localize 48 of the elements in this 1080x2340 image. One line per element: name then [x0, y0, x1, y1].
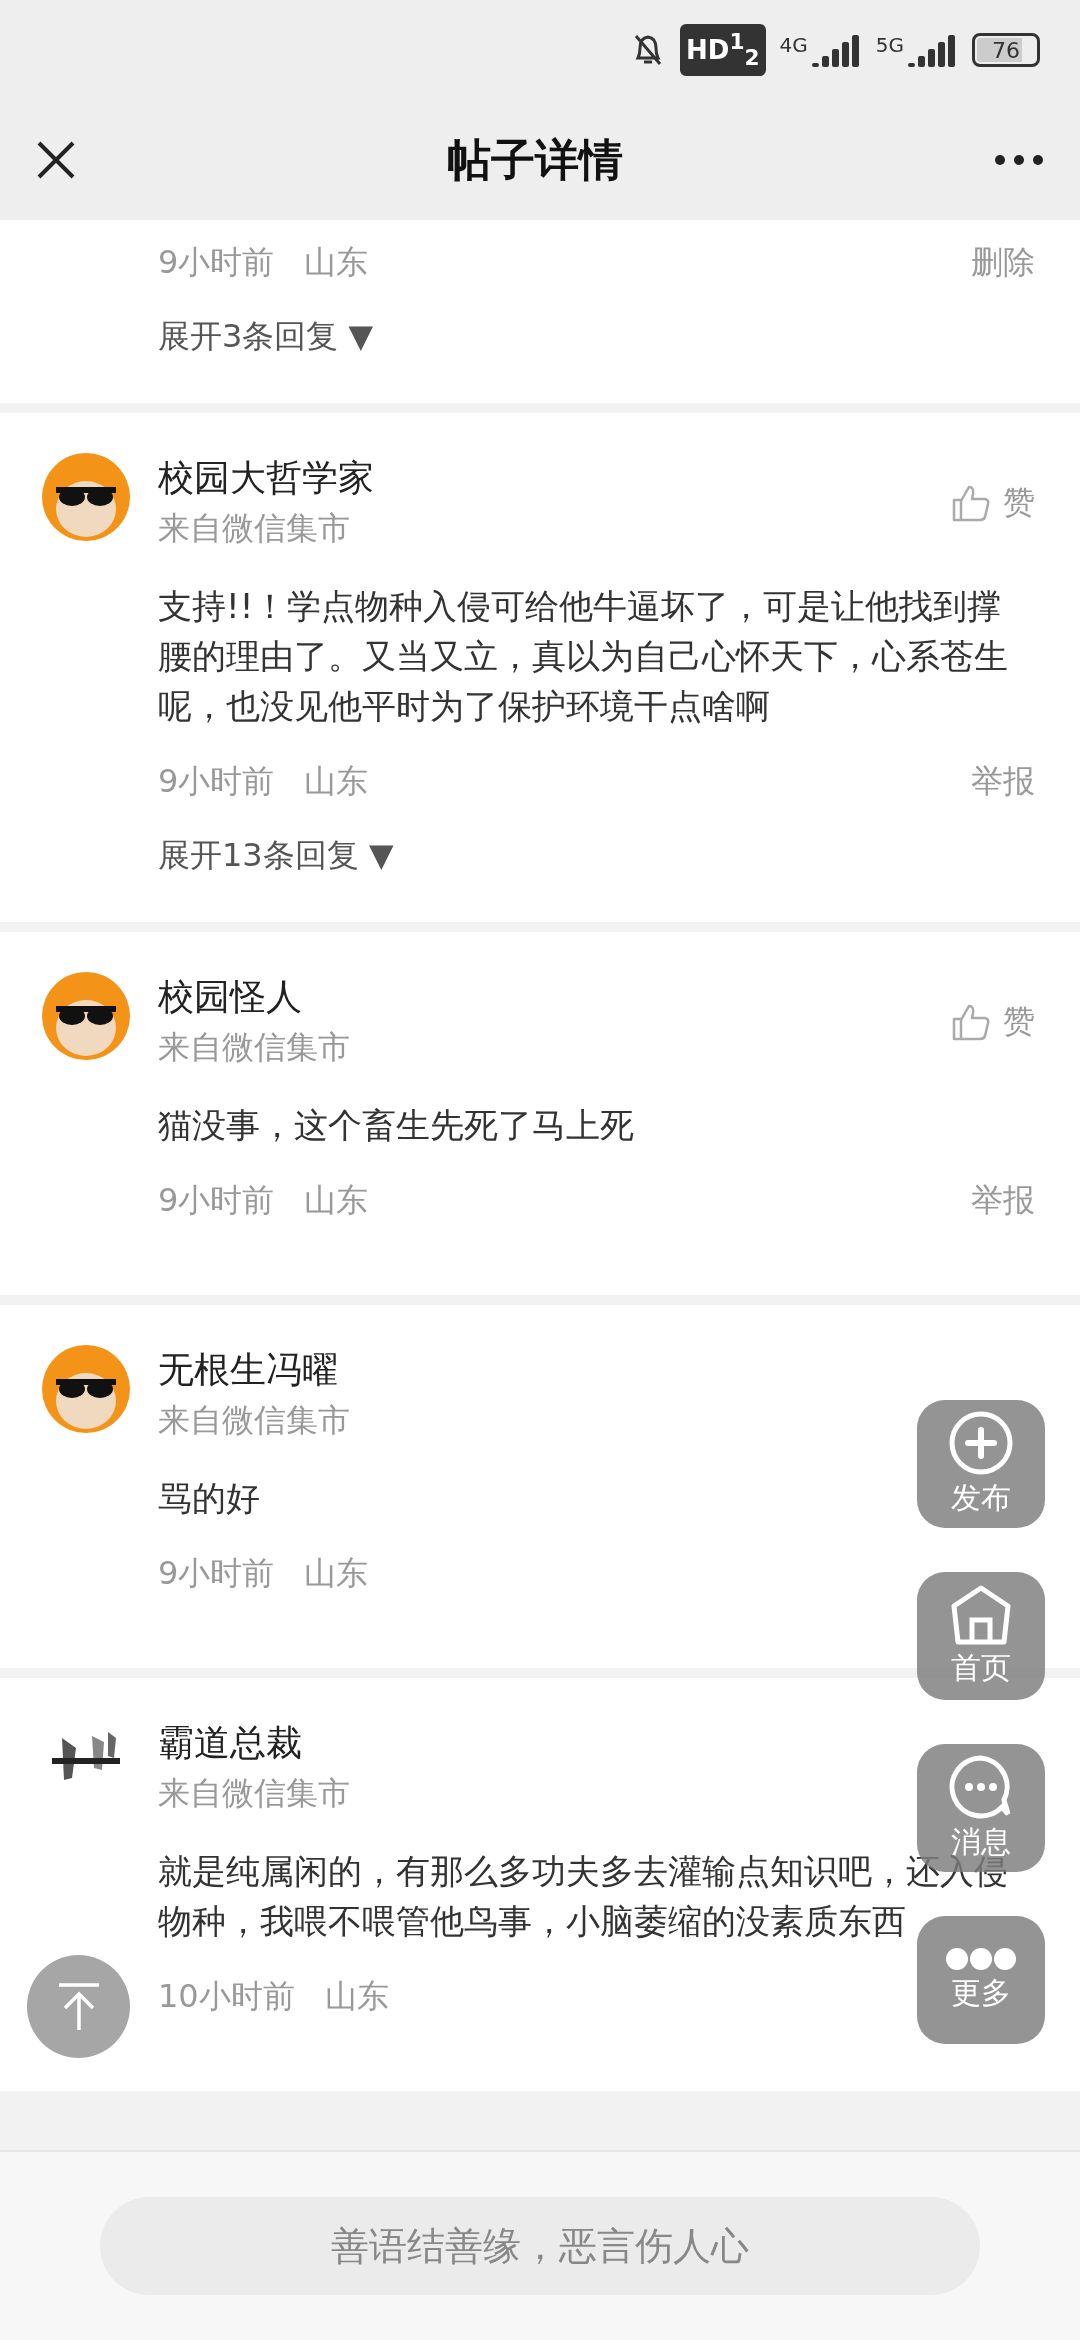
floating-button[interactable]: 更多 — [917, 1916, 1045, 2044]
comment-time: 10小时前 — [158, 1976, 295, 2017]
network-label: 4G — [779, 33, 808, 57]
page-title: 帖子详情 — [447, 132, 623, 187]
like-button[interactable]: 赞 — [951, 1000, 1035, 1044]
battery-indicator: 76 — [972, 33, 1040, 67]
location-label: 山东 — [304, 1180, 369, 1221]
comment-time: 9小时前 — [158, 1553, 275, 1594]
user-name: 校园大哲学家 — [158, 456, 374, 500]
floating-button[interactable]: 首页 — [917, 1572, 1045, 1700]
like-button[interactable]: 赞 — [951, 481, 1035, 525]
comment-time: 9小时前 — [158, 761, 275, 802]
comment-text: 猫没事，这个畜生先死了马上死 — [158, 1104, 634, 1147]
avatar-icon — [42, 453, 130, 541]
source-label: 来自微信集市 — [158, 1027, 350, 1068]
location-label: 山东 — [304, 1553, 369, 1594]
expand-replies-link[interactable]: 展开3条回复 ▼ — [158, 311, 374, 361]
comment-text: 支持!!！学点物种入侵可给他牛逼坏了，可是让他找到撑腰的理由了。又当又立，真以为自己心怀天下，心系苍生呢，也没见他平时为了保护环境干点啥啊 — [158, 585, 1009, 728]
comment-text: 骂的好 — [158, 1477, 260, 1520]
user-name: 校园怪人 — [158, 975, 303, 1019]
expand-replies-link[interactable]: 展开13条回复 ▼ — [158, 830, 394, 880]
comment-input[interactable]: 善语结善缘，恶言伤人心 — [100, 2197, 980, 2295]
source-label: 来自微信集市 — [158, 508, 351, 549]
user-name: 无根生冯曜 — [158, 1348, 339, 1392]
signal-icon — [908, 33, 958, 67]
close-icon[interactable] — [36, 140, 76, 180]
thumbs-up-icon — [951, 1002, 991, 1042]
comment-action[interactable]: 举报 — [971, 756, 1035, 806]
thumbs-up-icon — [951, 483, 991, 523]
comment-time: 9小时前 — [158, 242, 275, 283]
comment-time: 9小时前 — [158, 1180, 275, 1221]
floating-button[interactable]: 发布 — [917, 1400, 1045, 1528]
source-label: 来自微信集市 — [158, 1400, 350, 1441]
plus-icon — [948, 1409, 1014, 1476]
arrow-up-icon — [56, 1981, 101, 2032]
avatar-icon — [42, 1345, 130, 1433]
comment-action[interactable]: 删除 — [971, 237, 1035, 287]
location-label: 山东 — [304, 242, 369, 283]
location-label: 山东 — [304, 761, 369, 802]
avatar-icon — [42, 972, 130, 1060]
network-label: 5G — [875, 33, 904, 57]
more-icon — [945, 1946, 1017, 1971]
signal-icon — [811, 33, 862, 67]
location-label: 山东 — [324, 1976, 389, 2017]
more-icon[interactable] — [994, 154, 1044, 166]
source-label: 来自微信集市 — [158, 1773, 350, 1814]
user-name: 霸道总裁 — [158, 1721, 303, 1765]
comment-action[interactable]: 举报 — [971, 1175, 1035, 1225]
